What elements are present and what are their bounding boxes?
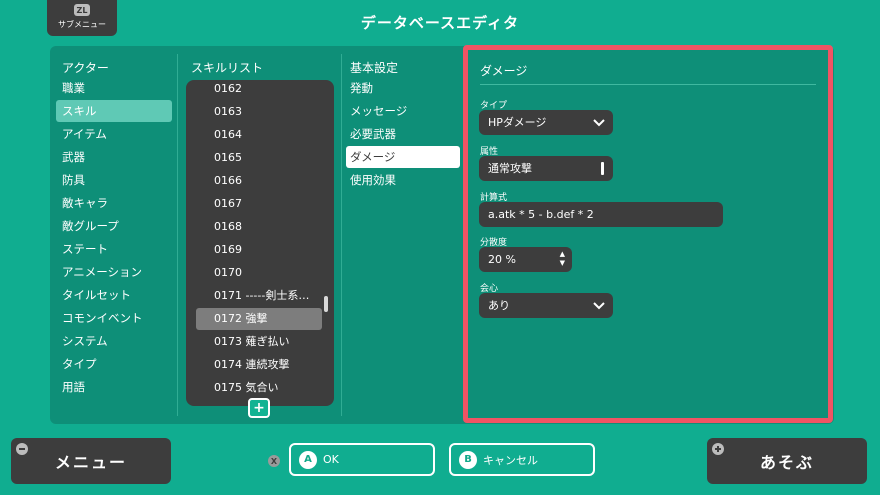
skill-list-scrollbar[interactable] [324, 296, 328, 312]
play-button-label: あそぶ [759, 453, 814, 472]
skill-list-item[interactable]: 0164 [196, 124, 322, 146]
category-item[interactable]: 用語 [56, 376, 172, 398]
skill-list-item[interactable]: 0175 気合い [196, 377, 322, 399]
category-item[interactable]: 敵グループ [56, 215, 172, 237]
skill-list-header: スキルリスト [191, 61, 264, 75]
cancel-button-label: キャンセル [483, 453, 538, 467]
cursor-bar-icon [601, 162, 604, 175]
skill-list-item[interactable]: 0162 [196, 80, 322, 100]
damage-settings-panel: ダメージ タイプ HPダメージ 属性 通常攻撃 計算式 a.atk * 5 - … [463, 45, 833, 423]
skill-list-item[interactable]: 0166 [196, 170, 322, 192]
x-button-icon: X [268, 455, 280, 467]
tab-item[interactable]: 必要武器 [346, 123, 460, 145]
category-item[interactable]: タイプ [56, 353, 172, 375]
category-item[interactable]: タイルセット [56, 284, 172, 306]
damage-type-value: HPダメージ [488, 116, 547, 129]
skill-list-item[interactable]: 0172 強撃 [196, 308, 322, 330]
category-item[interactable]: アイテム [56, 123, 172, 145]
minus-icon [16, 443, 28, 455]
ok-button-label: OK [323, 453, 339, 466]
tab-item[interactable]: メッセージ [346, 100, 460, 122]
skill-list[interactable]: 0162 0163 0164 0165 0166 0167 0168 0169 0170 0171… [186, 80, 334, 406]
variance-value: 20 % [488, 253, 516, 266]
category-item[interactable]: 武器 [56, 146, 172, 168]
category-item[interactable]: システム [56, 330, 172, 352]
tab-item[interactable]: 使用効果 [346, 169, 460, 191]
skill-list-item[interactable]: 0171 -----剣士系… [196, 285, 322, 307]
category-header-actor[interactable]: アクター [62, 59, 109, 76]
b-button-icon: B [459, 450, 477, 469]
damage-type-select[interactable]: HPダメージ [479, 110, 613, 135]
plus-icon [712, 443, 724, 455]
category-item[interactable]: ステート [56, 238, 172, 260]
category-item[interactable]: スキル [56, 100, 172, 122]
tab-item[interactable]: ダメージ [346, 146, 460, 168]
category-item[interactable]: 防具 [56, 169, 172, 191]
tab-item[interactable]: 発動 [346, 77, 460, 99]
skill-list-item[interactable]: 0168 [196, 216, 322, 238]
ok-button[interactable]: A OK [289, 443, 435, 476]
skill-list-item[interactable]: 0169 [196, 239, 322, 261]
skill-list-item[interactable]: 0170 [196, 262, 322, 284]
critical-value: あり [488, 299, 510, 312]
element-value: 通常攻撃 [488, 162, 532, 175]
chevron-down-icon [593, 293, 605, 318]
element-field[interactable]: 通常攻撃 [479, 156, 613, 181]
cancel-button[interactable]: B キャンセル [449, 443, 595, 476]
skill-list-item[interactable]: 0165 [196, 147, 322, 169]
chevron-down-icon [593, 110, 605, 135]
window-title: データベースエディタ [360, 14, 520, 32]
tab-basic-settings[interactable]: 基本設定 [350, 59, 398, 76]
category-item[interactable]: アニメーション [56, 261, 172, 283]
critical-select[interactable]: あり [479, 293, 613, 318]
skill-list-item[interactable]: 0174 連続攻撃 [196, 354, 322, 376]
section-title: ダメージ [480, 64, 528, 78]
category-item[interactable]: 敵キャラ [56, 192, 172, 214]
stepper-arrows-icon[interactable]: ▲ ▼ [560, 250, 565, 268]
skill-list-item[interactable]: 0163 [196, 101, 322, 123]
a-button-icon: A [299, 450, 317, 469]
column-divider [177, 54, 178, 416]
section-divider [480, 84, 816, 85]
menu-button[interactable]: メニュー [11, 438, 171, 484]
skill-list-item[interactable]: 0167 [196, 193, 322, 215]
category-item[interactable]: 職業 [56, 77, 172, 99]
variance-stepper[interactable]: 20 % ▲ ▼ [479, 247, 572, 272]
add-skill-button[interactable]: + [248, 398, 270, 418]
menu-button-label: メニュー [54, 453, 127, 472]
skill-list-item[interactable]: 0173 薙ぎ払い [196, 331, 322, 353]
formula-input[interactable]: a.atk * 5 - b.def * 2 [479, 202, 723, 227]
play-button[interactable]: あそぶ [707, 438, 867, 484]
column-divider [341, 54, 342, 416]
category-item[interactable]: コモンイベント [56, 307, 172, 329]
